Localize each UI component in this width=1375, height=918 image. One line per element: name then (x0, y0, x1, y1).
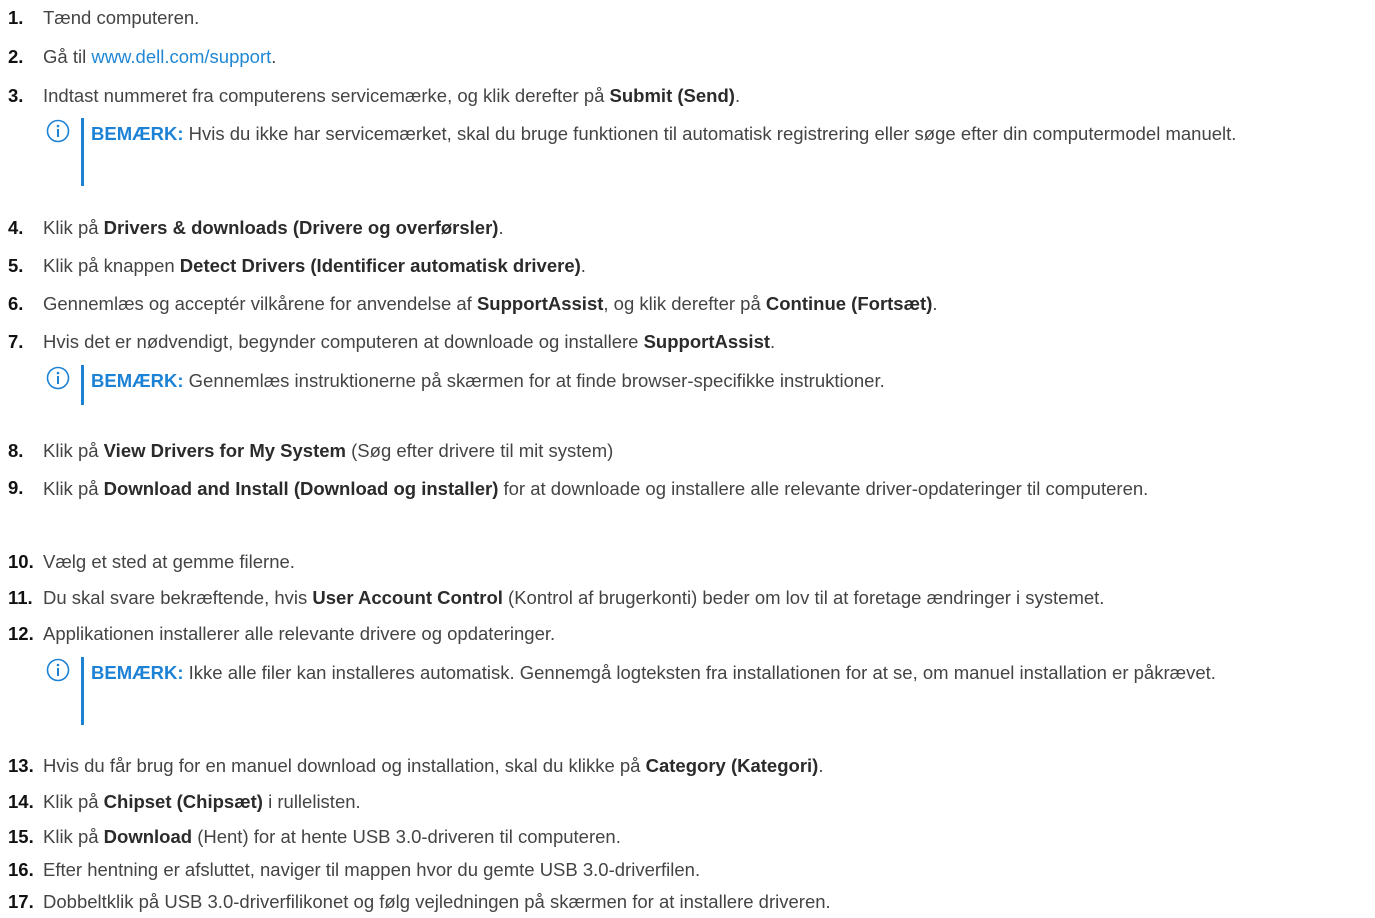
step-text: Vælg et sted at gemme filerne. (43, 551, 295, 572)
step-text: Gennemlæs og acceptér vilkårene for anve… (43, 293, 938, 314)
step-number: 16. (8, 859, 34, 880)
step-text: Gå til www.dell.com/support. (43, 46, 277, 67)
step-number: 12. (8, 623, 34, 644)
note-accent-bar (81, 365, 84, 405)
step-number: 2. (8, 46, 24, 67)
step-number: 17. (8, 891, 34, 912)
step-text: Indtast nummeret fra computerens service… (43, 85, 741, 106)
step-text: Applikationen installerer alle relevante… (43, 623, 556, 644)
info-circle-icon (46, 366, 70, 390)
step-text: Klik på View Drivers for My System (Søg … (43, 440, 614, 461)
step-text: Hvis det er nødvendigt, begynder compute… (43, 331, 776, 352)
step-number: 11. (8, 587, 33, 608)
step-text: Klik på knappen Detect Drivers (Identifi… (43, 255, 586, 276)
dell-support-link[interactable]: www.dell.com/support (91, 46, 271, 67)
step-number: 6. (8, 293, 24, 314)
step-number: 13. (8, 755, 34, 776)
note-text: BEMÆRK: Hvis du ikke har servicemærket, … (91, 123, 1237, 144)
note-text: BEMÆRK: Ikke alle filer kan installeres … (91, 662, 1216, 683)
step-text: Klik på Download (Hent) for at hente USB… (43, 826, 621, 847)
step-text: Hvis du får brug for en manuel download … (43, 755, 824, 776)
note-accent-bar (81, 657, 84, 725)
info-circle-icon (46, 658, 70, 682)
note-accent-bar (81, 118, 84, 186)
step-text: Klik på Drivers & downloads (Drivere og … (43, 217, 504, 238)
step-number: 15. (8, 826, 34, 847)
step-text: Tænd computeren. (43, 7, 200, 28)
step-text: Efter hentning er afsluttet, naviger til… (43, 859, 701, 880)
note-text: BEMÆRK: Gennemlæs instruktionerne på skæ… (91, 370, 885, 391)
step-number: 9. (8, 477, 24, 498)
step-number: 1. (8, 7, 24, 28)
step-text: Dobbeltklik på USB 3.0-driverfilikonet o… (43, 891, 831, 912)
step-text: Du skal svare bekræftende, hvis User Acc… (43, 587, 1105, 608)
step-number: 10. (8, 551, 34, 572)
step-number: 4. (8, 217, 24, 238)
step-number: 7. (8, 331, 24, 352)
step-text: Klik på Chipset (Chipsæt) i rullelisten. (43, 791, 361, 812)
info-circle-icon (46, 119, 70, 143)
step-number: 8. (8, 440, 24, 461)
step-number: 3. (8, 85, 24, 106)
step-number: 14. (8, 791, 34, 812)
step-number: 5. (8, 255, 24, 276)
step-text: Klik på Download and Install (Download o… (43, 478, 1149, 499)
